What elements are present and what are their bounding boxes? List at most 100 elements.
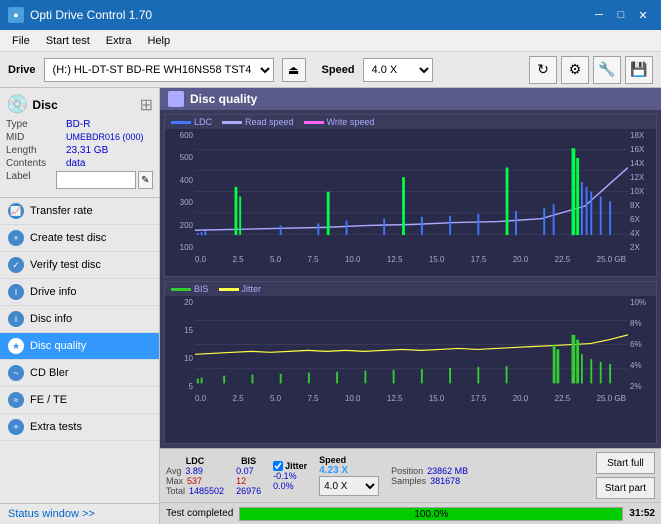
bis-stats: BIS 0.07 12 26976: [236, 456, 261, 496]
ldc-header: LDC: [166, 456, 224, 466]
yr1-14x: 14X: [630, 159, 654, 168]
jitter-stats: Jitter -0.1% 0.0%: [273, 461, 307, 491]
read-color: [222, 121, 242, 124]
menu-extra[interactable]: Extra: [98, 33, 140, 49]
y1-400: 400: [180, 176, 193, 185]
eject-button[interactable]: ⏏: [282, 58, 306, 82]
config-button[interactable]: 🔧: [593, 56, 621, 84]
chart1-wrapper: LDC Read speed Write speed 600: [164, 114, 657, 277]
disc-type-row: Type BD-R: [6, 119, 153, 130]
extra-tests-icon: +: [8, 419, 24, 435]
bottom-bar: Test completed 100.0% 31:52: [160, 502, 661, 524]
sidebar-item-disc-quality[interactable]: ★ Disc quality: [0, 333, 159, 360]
yr1-4x: 4X: [630, 229, 654, 238]
sidebar-item-fe-te[interactable]: ≈ FE / TE: [0, 387, 159, 414]
speed-stat-select[interactable]: 4.0 X: [319, 476, 379, 496]
elapsed-time: 31:52: [629, 508, 655, 519]
sidebar-item-cd-bler[interactable]: ~ CD Bler: [0, 360, 159, 387]
menu-file[interactable]: File: [4, 33, 38, 49]
speed-stats: Speed 4.23 X 4.0 X: [319, 455, 379, 496]
x1-0: 0.0: [195, 255, 206, 264]
speed-select[interactable]: 4.0 X: [363, 58, 433, 82]
position-label: Position: [391, 466, 423, 476]
create-test-disc-icon: +: [8, 230, 24, 246]
sidebar-item-drive-info[interactable]: i Drive info: [0, 279, 159, 306]
fe-te-label: FE / TE: [30, 394, 67, 406]
speed-label: Speed: [322, 64, 355, 76]
y1-200: 200: [180, 221, 193, 230]
max-jitter-value: 0.0%: [273, 481, 294, 491]
chart2-area: 20 15 10 5: [165, 296, 656, 393]
y2-10: 10: [184, 354, 193, 363]
speed-stat-value: 4.23 X: [319, 465, 379, 476]
avg-ldc-row: Avg 3.89: [166, 466, 224, 476]
sidebar-item-create-test-disc[interactable]: + Create test disc: [0, 225, 159, 252]
disc-quality-icon: ★: [8, 338, 24, 354]
jitter-checkbox[interactable]: [273, 461, 283, 471]
create-test-disc-label: Create test disc: [30, 232, 106, 244]
close-button[interactable]: ✕: [633, 5, 653, 25]
x2-20: 20.0: [513, 394, 529, 403]
label-edit-button[interactable]: ✎: [138, 171, 153, 189]
label-input[interactable]: [56, 171, 136, 189]
chart2-y-axis-left: 20 15 10 5: [165, 296, 195, 393]
maximize-button[interactable]: □: [611, 5, 631, 25]
drive-select[interactable]: (H:) HL-DT-ST BD-RE WH16NS58 TST4: [44, 58, 274, 82]
sidebar-item-verify-test-disc[interactable]: ✓ Verify test disc: [0, 252, 159, 279]
minimize-button[interactable]: ─: [589, 5, 609, 25]
y2-15: 15: [184, 326, 193, 335]
chart1-area: 600 500 400 300 200 100: [165, 129, 656, 254]
y1-600: 600: [180, 131, 193, 140]
max-ldc-value: 537: [187, 476, 202, 486]
chart2-x-axis: 0.0 2.5 5.0 7.5 10.0 12.5 15.0 17.5 20.0…: [165, 393, 656, 403]
cd-bler-icon: ~: [8, 365, 24, 381]
sidebar-item-transfer-rate[interactable]: 📈 Transfer rate: [0, 198, 159, 225]
x2-5: 5.0: [270, 394, 281, 403]
chart2-canvas: [195, 296, 628, 393]
refresh-button[interactable]: ↻: [529, 56, 557, 84]
content-area: Disc quality LDC Read speed Wr: [160, 88, 661, 524]
start-part-button[interactable]: Start part: [596, 477, 655, 499]
transfer-rate-icon: 📈: [8, 203, 24, 219]
max-ldc-row: Max 537: [166, 476, 224, 486]
x1-10: 10.0: [345, 255, 361, 264]
stats-bar: LDC Avg 3.89 Max 537 Total 1485502 BIS: [160, 448, 661, 502]
max-bis-value: 12: [236, 476, 246, 486]
progress-text: 100.0%: [240, 509, 622, 520]
settings-button[interactable]: ⚙: [561, 56, 589, 84]
menu-help[interactable]: Help: [139, 33, 178, 49]
bis-color: [171, 288, 191, 291]
yr1-2x: 2X: [630, 243, 654, 252]
status-window-link[interactable]: Status window >>: [8, 508, 95, 520]
chart1-svg: [195, 129, 628, 254]
yr2-4: 4%: [630, 361, 654, 370]
samples-value: 381678: [430, 476, 460, 486]
sidebar-item-extra-tests[interactable]: + Extra tests: [0, 414, 159, 441]
samples-label: Samples: [391, 476, 426, 486]
x2-0: 0.0: [195, 394, 206, 403]
jitter-legend: Jitter: [219, 284, 262, 294]
save-button[interactable]: 💾: [625, 56, 653, 84]
x1-12.5: 12.5: [387, 255, 403, 264]
menu-start-test[interactable]: Start test: [38, 33, 98, 49]
app-title: Opti Drive Control 1.70: [30, 8, 152, 22]
chart1-y-axis-left: 600 500 400 300 200 100: [165, 129, 195, 254]
status-window-section: Status window >>: [0, 503, 159, 524]
type-value: BD-R: [66, 119, 90, 130]
yr1-10x: 10X: [630, 187, 654, 196]
y2-5: 5: [189, 382, 193, 391]
x1-2.5: 2.5: [232, 255, 243, 264]
read-speed-legend: Read speed: [222, 117, 294, 127]
start-full-button[interactable]: Start full: [596, 452, 655, 474]
sidebar-item-disc-info[interactable]: i Disc info: [0, 306, 159, 333]
x2-2.5: 2.5: [232, 394, 243, 403]
x1-5: 5.0: [270, 255, 281, 264]
jitter-color: [219, 288, 239, 291]
contents-label: Contents: [6, 158, 66, 169]
max-label-ldc: Max: [166, 476, 183, 486]
bis-header: BIS: [236, 456, 261, 466]
length-value: 23,31 GB: [66, 145, 108, 156]
x1-25: 25.0 GB: [597, 255, 626, 264]
avg-ldc-value: 3.89: [185, 466, 203, 476]
titlebar-title-area: ● Opti Drive Control 1.70: [8, 7, 589, 23]
